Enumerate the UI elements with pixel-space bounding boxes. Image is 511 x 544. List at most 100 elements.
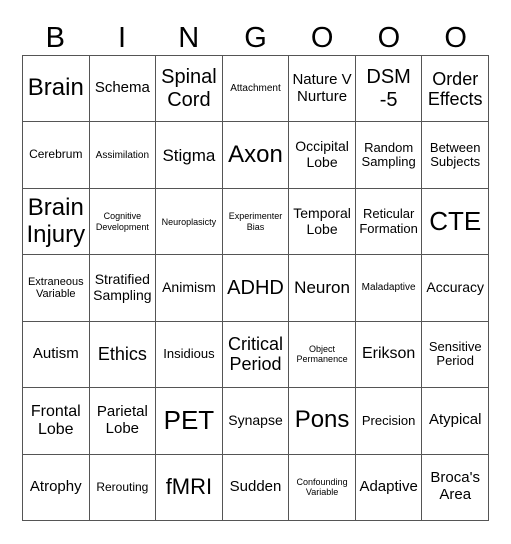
- bingo-cell[interactable]: ADHD: [222, 255, 290, 322]
- header-letter-b: B: [45, 22, 66, 54]
- cell-label: Object Permanence: [296, 344, 348, 365]
- bingo-cell[interactable]: Frontal Lobe: [23, 388, 90, 455]
- cell-label: Reticular Formation: [359, 206, 418, 236]
- bingo-header: B I N G O O O: [22, 20, 489, 56]
- cell-label: Between Subjects: [429, 139, 481, 170]
- bingo-cell[interactable]: Synapse: [222, 388, 290, 455]
- bingo-cell[interactable]: Order Effects: [422, 56, 489, 123]
- cell-label: Confounding Variable: [296, 477, 348, 498]
- cell-label: DSM-5: [366, 66, 411, 111]
- cell-label: Insidious: [163, 346, 215, 362]
- cell-label: Random Sampling: [361, 139, 416, 170]
- bingo-cell[interactable]: Between Subjects: [422, 122, 489, 189]
- bingo-cell[interactable]: Axon: [222, 122, 290, 189]
- bingo-cell[interactable]: Attachment: [222, 56, 290, 123]
- cell-label: Atypical: [428, 411, 482, 429]
- bingo-cell[interactable]: Neuroplasicty: [156, 188, 223, 256]
- cell-label: Attachment: [230, 83, 281, 95]
- bingo-cell[interactable]: Parietal Lobe: [89, 388, 157, 455]
- cell-label: Sensitive Period: [428, 338, 482, 369]
- bingo-cell[interactable]: Sensitive Period: [422, 321, 489, 389]
- bingo-cell[interactable]: Stigma: [156, 122, 223, 189]
- bingo-cell[interactable]: Autism: [23, 321, 90, 389]
- cell-label: Maladaptive: [361, 282, 416, 294]
- cell-label: Nature V Nurture: [292, 70, 352, 105]
- bingo-cell[interactable]: Insidious: [156, 321, 223, 389]
- header-letter-n: N: [178, 22, 200, 54]
- bingo-cell[interactable]: Nature V Nurture: [289, 56, 356, 123]
- cell-label: Erikson: [361, 345, 416, 363]
- bingo-cell[interactable]: fMRI: [156, 454, 223, 521]
- cell-label: Occipital Lobe: [295, 138, 349, 171]
- bingo-cell[interactable]: Rerouting: [89, 454, 157, 521]
- bingo-cell[interactable]: Confounding Variable: [289, 454, 356, 521]
- bingo-cell[interactable]: Maladaptive: [355, 255, 423, 322]
- bingo-cell[interactable]: Brain: [23, 56, 90, 123]
- bingo-cell[interactable]: Neuron: [289, 255, 356, 322]
- cell-label: Neuron: [294, 278, 350, 298]
- cell-label: Broca's Area: [430, 469, 480, 504]
- bingo-cell[interactable]: Sudden: [222, 454, 290, 521]
- cell-label: Axon: [228, 140, 283, 168]
- cell-label: Parietal Lobe: [96, 403, 148, 437]
- bingo-cell[interactable]: Stratified Sampling: [89, 255, 157, 322]
- bingo-cell[interactable]: Cognitive Development: [89, 188, 157, 256]
- bingo-cell[interactable]: Temporal Lobe: [289, 188, 356, 256]
- bingo-cell[interactable]: Broca's Area: [422, 454, 489, 521]
- bingo-cell[interactable]: Cerebrum: [23, 122, 90, 189]
- cell-label: Spinal Cord: [161, 66, 217, 111]
- cell-label: Stigma: [162, 145, 216, 165]
- cell-label: PET: [163, 405, 215, 436]
- cell-label: Accuracy: [426, 279, 484, 296]
- cell-label: Animism: [162, 279, 216, 296]
- cell-label: Stratified Sampling: [93, 271, 152, 303]
- cell-label: Adaptive: [359, 477, 418, 495]
- cell-label: Assimilation: [95, 149, 150, 161]
- bingo-cell[interactable]: Atrophy: [23, 454, 90, 521]
- bingo-cell[interactable]: DSM-5: [355, 56, 423, 123]
- bingo-cell[interactable]: Reticular Formation: [355, 188, 423, 256]
- cell-label: Neuroplasicty: [161, 216, 217, 227]
- cell-label: Cognitive Development: [95, 211, 149, 232]
- cell-label: Experimenter Bias: [228, 211, 283, 232]
- bingo-cell[interactable]: Pons: [289, 388, 356, 455]
- bingo-cell[interactable]: Extraneous Variable: [23, 255, 90, 322]
- cell-label: Atrophy: [29, 477, 82, 495]
- bingo-cell[interactable]: Occipital Lobe: [289, 122, 356, 189]
- bingo-cell[interactable]: Critical Period: [222, 321, 290, 389]
- cell-label: Synapse: [228, 412, 283, 429]
- bingo-cell[interactable]: Random Sampling: [355, 122, 423, 189]
- bingo-cell[interactable]: Atypical: [422, 388, 489, 455]
- bingo-cell[interactable]: Brain Injury: [23, 188, 90, 256]
- bingo-cell[interactable]: Experimenter Bias: [222, 188, 290, 256]
- cell-label: Ethics: [97, 344, 147, 365]
- bingo-cell[interactable]: Spinal Cord: [156, 56, 223, 123]
- bingo-cell[interactable]: CTE: [422, 188, 489, 256]
- bingo-cell[interactable]: Object Permanence: [289, 321, 356, 389]
- cell-label: fMRI: [165, 473, 213, 499]
- bingo-cell[interactable]: Adaptive: [355, 454, 423, 521]
- header-letter-o2: O: [377, 22, 401, 54]
- cell-label: Extraneous Variable: [27, 275, 84, 300]
- header-letter-o3: O: [444, 22, 467, 54]
- cell-label: CTE: [429, 206, 482, 236]
- cell-label: Precision: [361, 412, 416, 428]
- header-letter-o1: O: [310, 22, 334, 54]
- cell-label: Order Effects: [427, 68, 483, 109]
- cell-label: Frontal Lobe: [30, 402, 81, 438]
- bingo-cell[interactable]: Assimilation: [89, 122, 157, 189]
- bingo-cell[interactable]: Accuracy: [422, 255, 489, 322]
- bingo-cell[interactable]: Animism: [156, 255, 223, 322]
- header-letter-g: G: [244, 22, 267, 54]
- cell-label: Schema: [94, 79, 150, 97]
- cell-label: Brain Injury: [26, 193, 86, 248]
- cell-label: Autism: [32, 345, 79, 363]
- header-letter-i: I: [118, 22, 127, 54]
- bingo-cell[interactable]: Precision: [355, 388, 423, 455]
- cell-label: Brain: [27, 74, 84, 102]
- bingo-cell[interactable]: Schema: [89, 56, 157, 123]
- bingo-cell[interactable]: PET: [156, 388, 223, 455]
- bingo-cell[interactable]: Ethics: [89, 321, 157, 389]
- bingo-cell[interactable]: Erikson: [355, 321, 423, 389]
- cell-label: Rerouting: [96, 479, 149, 494]
